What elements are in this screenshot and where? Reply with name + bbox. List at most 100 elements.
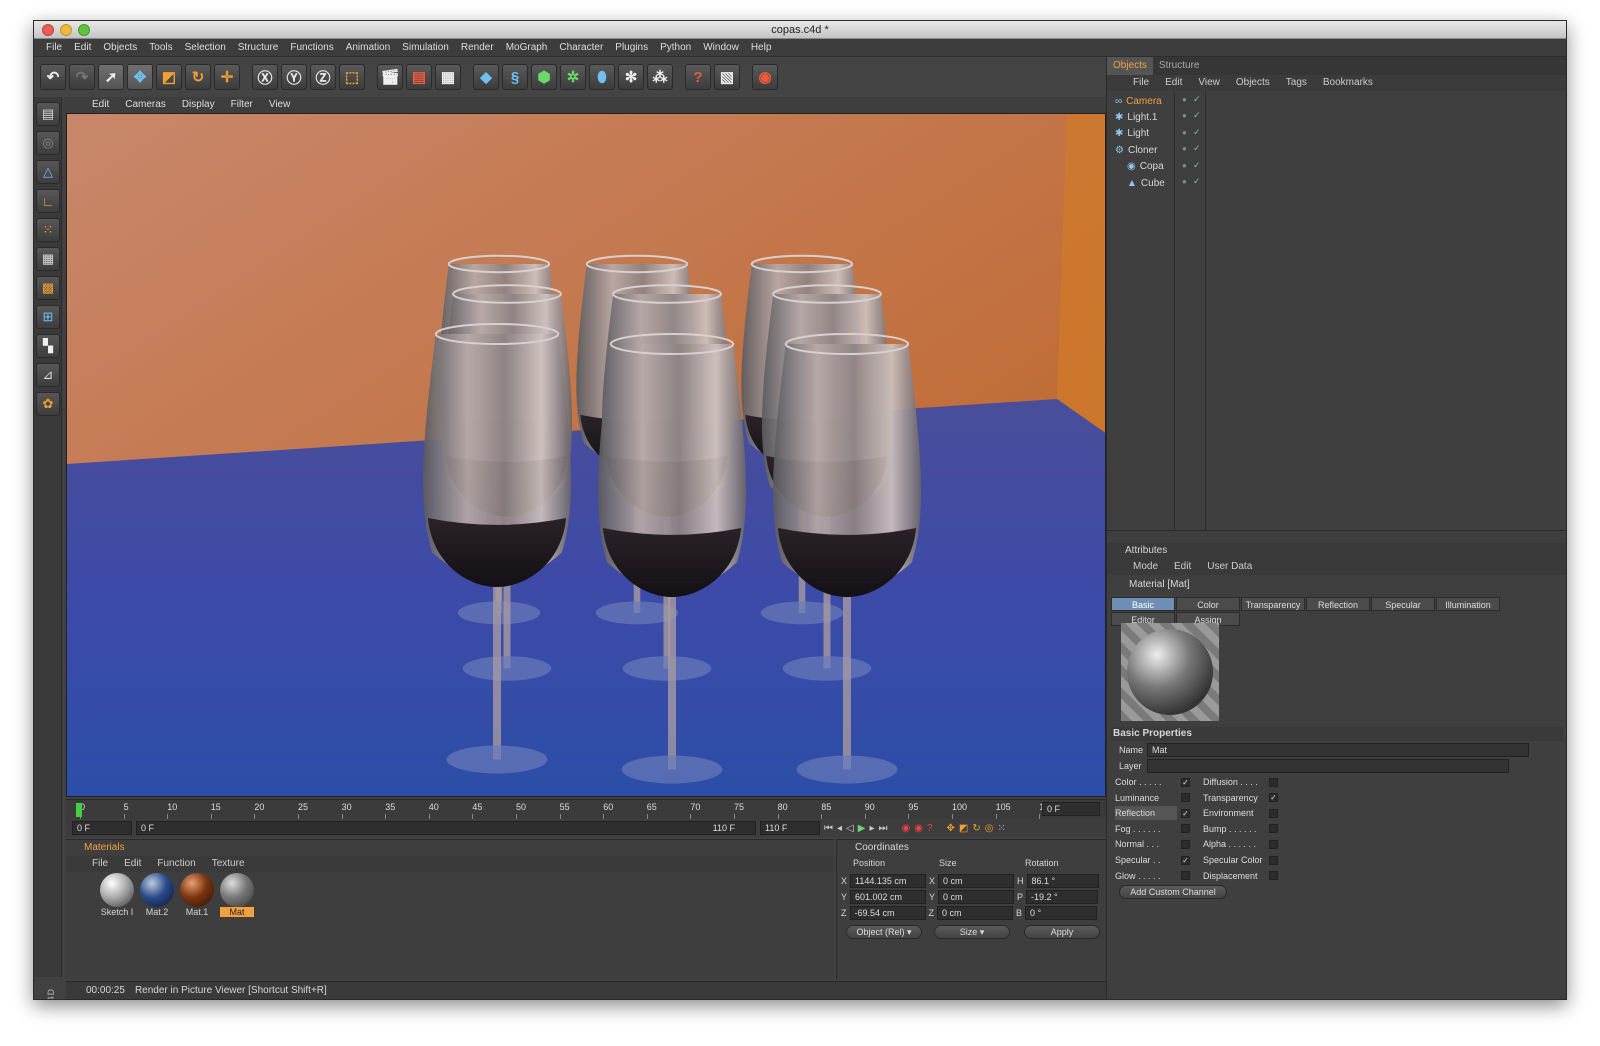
- menu-objects[interactable]: Objects: [97, 39, 143, 56]
- channel-reflection[interactable]: Reflection ✓: [1115, 806, 1205, 821]
- channel-checkbox[interactable]: [1269, 808, 1278, 818]
- menu-python[interactable]: Python: [654, 39, 697, 56]
- size-field[interactable]: 0 cm: [937, 906, 1013, 920]
- play-icon[interactable]: ▶: [858, 823, 866, 834]
- render-settings-icon[interactable]: ▦: [435, 64, 461, 90]
- position-key-icon[interactable]: ✥: [947, 823, 955, 834]
- position-field[interactable]: 1144.135 cm: [850, 874, 927, 888]
- menu-selection[interactable]: Selection: [179, 39, 232, 56]
- polygons-mode-icon[interactable]: ▩: [36, 276, 60, 300]
- visibility-dots-icon[interactable]: ●: [1182, 95, 1187, 104]
- menu-plugins[interactable]: Plugins: [609, 39, 654, 56]
- preview-range-slider[interactable]: 0 F 110 F: [136, 821, 756, 835]
- record-icon[interactable]: ◉: [901, 823, 910, 834]
- go-start-icon[interactable]: ⏮: [824, 823, 833, 834]
- material-swatch[interactable]: Mat.2: [140, 873, 174, 917]
- array-icon[interactable]: ✲: [560, 64, 586, 90]
- channel-specular[interactable]: Specular . . ✓: [1115, 853, 1205, 867]
- end-frame-field[interactable]: 110 F: [760, 821, 820, 835]
- rotate-tool-icon[interactable]: ↻: [185, 64, 211, 90]
- nurbs-icon[interactable]: ⬢: [531, 64, 557, 90]
- channel-specular[interactable]: Specular Color: [1203, 853, 1293, 867]
- material-preview[interactable]: [1121, 623, 1219, 721]
- enabled-check-icon[interactable]: ✓: [1193, 160, 1201, 171]
- y-axis-icon[interactable]: Ⓨ: [281, 64, 307, 90]
- channel-bump[interactable]: Bump . . . . . .: [1203, 822, 1293, 836]
- objects-menu-bookmarks[interactable]: Bookmarks: [1315, 75, 1381, 91]
- pla-key-icon[interactable]: ⁙: [997, 823, 1005, 834]
- channel-luminance[interactable]: Luminance: [1115, 791, 1205, 805]
- current-frame-field[interactable]: 0 F: [1042, 802, 1100, 816]
- edges-mode-icon[interactable]: ▦: [36, 247, 60, 271]
- channel-checkbox[interactable]: [1269, 855, 1278, 865]
- channel-environment[interactable]: Environment: [1203, 806, 1293, 820]
- attributes-menu-edit[interactable]: Edit: [1166, 559, 1199, 575]
- coordinate-mode-dropdown[interactable]: Object (Rel) ▾: [846, 925, 922, 939]
- object-row[interactable]: ✱ Light.1: [1115, 109, 1157, 125]
- tab-objects[interactable]: Objects: [1107, 57, 1153, 75]
- rotation-field[interactable]: -19.2 °: [1026, 890, 1099, 904]
- channel-checkbox[interactable]: [1269, 777, 1278, 787]
- channel-checkbox[interactable]: [1181, 793, 1190, 803]
- texture-axis-icon[interactable]: ∟: [36, 189, 60, 213]
- channel-checkbox[interactable]: [1181, 839, 1190, 849]
- materials-menu-file[interactable]: File: [84, 856, 116, 872]
- minimize-window-button[interactable]: [60, 24, 72, 36]
- channel-checkbox[interactable]: [1181, 871, 1190, 881]
- menu-render[interactable]: Render: [455, 39, 500, 56]
- visibility-dots-icon[interactable]: ●: [1182, 128, 1187, 137]
- rotation-field[interactable]: 0 °: [1025, 906, 1098, 920]
- tweak-mode-icon[interactable]: ⊞: [36, 305, 60, 329]
- environment-icon[interactable]: ✻: [618, 64, 644, 90]
- attribute-tab-illumination[interactable]: Illumination: [1436, 597, 1500, 611]
- channel-checkbox[interactable]: [1269, 839, 1278, 849]
- z-axis-icon[interactable]: Ⓩ: [310, 64, 336, 90]
- texture-mode-icon[interactable]: ▚: [36, 334, 60, 358]
- viewport-menu-filter[interactable]: Filter: [223, 97, 261, 113]
- visibility-dots-icon[interactable]: ●: [1182, 144, 1187, 153]
- keyframe-selection-icon[interactable]: ?: [927, 823, 933, 834]
- menu-tools[interactable]: Tools: [143, 39, 178, 56]
- attributes-menu-user-data[interactable]: User Data: [1199, 559, 1260, 575]
- help-cursor-icon[interactable]: ?: [685, 64, 711, 90]
- menu-window[interactable]: Window: [697, 39, 745, 56]
- attribute-tab-basic[interactable]: Basic: [1111, 597, 1175, 611]
- channel-checkbox[interactable]: ✓: [1181, 855, 1190, 865]
- x-axis-icon[interactable]: Ⓧ: [252, 64, 278, 90]
- model-mode-icon[interactable]: ◎: [36, 131, 60, 155]
- channel-checkbox[interactable]: [1269, 871, 1278, 881]
- channel-checkbox[interactable]: ✓: [1269, 793, 1278, 803]
- go-end-icon[interactable]: ⏭: [878, 823, 887, 834]
- workplane-icon[interactable]: ⊿: [36, 363, 60, 387]
- points-mode-icon[interactable]: ⁙: [36, 218, 60, 242]
- objects-menu-edit[interactable]: Edit: [1157, 75, 1190, 91]
- channel-displacement[interactable]: Displacement: [1203, 869, 1293, 883]
- step-forward-icon[interactable]: ▸: [869, 823, 874, 834]
- enabled-check-icon[interactable]: ✓: [1193, 176, 1201, 187]
- rotation-key-icon[interactable]: ↻: [972, 823, 980, 834]
- select-cursor-icon[interactable]: ➚: [98, 64, 124, 90]
- live-selection-icon[interactable]: ✛: [214, 64, 240, 90]
- object-row[interactable]: ▲ Cube: [1127, 175, 1165, 191]
- redo-icon[interactable]: ↷: [69, 64, 95, 90]
- coordinate-system-icon[interactable]: ⬚: [339, 64, 365, 90]
- object-row[interactable]: ∞ Camera: [1115, 93, 1162, 109]
- spline-icon[interactable]: §: [502, 64, 528, 90]
- scale-tool-icon[interactable]: ◩: [156, 64, 182, 90]
- autokey-icon[interactable]: ◉: [914, 823, 923, 834]
- render-view-icon[interactable]: 🎬︎: [377, 64, 403, 90]
- visibility-dots-icon[interactable]: ●: [1182, 161, 1187, 170]
- name-field[interactable]: Mat: [1147, 743, 1529, 757]
- menu-file[interactable]: File: [40, 39, 68, 56]
- object-row[interactable]: ⚙ Cloner: [1115, 142, 1157, 158]
- enabled-check-icon[interactable]: ✓: [1193, 110, 1201, 121]
- menu-functions[interactable]: Functions: [284, 39, 339, 56]
- objects-menu-view[interactable]: View: [1190, 75, 1228, 91]
- rotation-field[interactable]: 86.1 °: [1026, 874, 1099, 888]
- layout-switch-icon[interactable]: ▤: [36, 102, 60, 126]
- attribute-tab-transparency[interactable]: Transparency: [1241, 597, 1305, 611]
- objects-menu-tags[interactable]: Tags: [1278, 75, 1315, 91]
- object-row[interactable]: ◉ Copa: [1127, 159, 1164, 175]
- materials-menu-texture[interactable]: Texture: [204, 856, 253, 872]
- size-field[interactable]: 0 cm: [938, 874, 1015, 888]
